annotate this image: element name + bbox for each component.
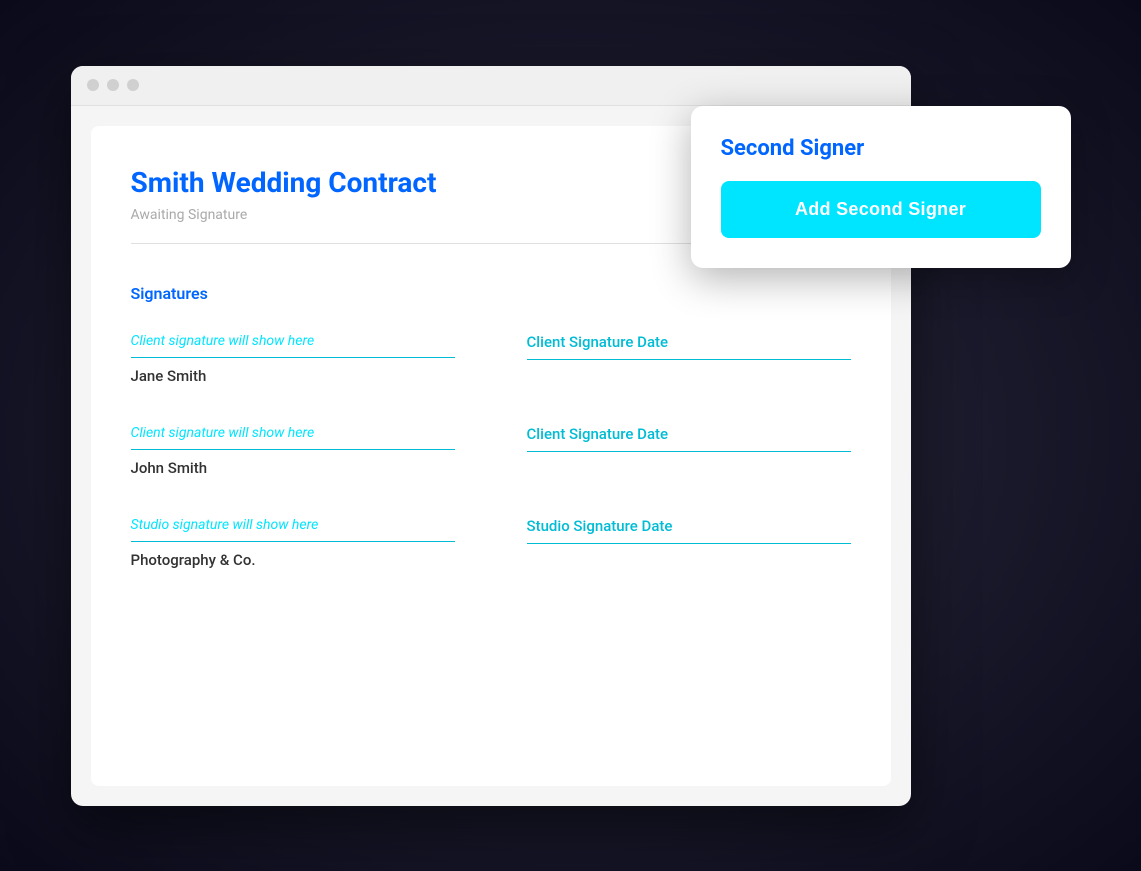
popup-title: Second Signer — [721, 136, 1041, 161]
browser-dot-3 — [127, 79, 139, 91]
client-signature-date-label-2: Client Signature Date — [527, 425, 851, 452]
client-name-2: John Smith — [131, 459, 208, 477]
studio-signature-placeholder: Studio signature will show here — [131, 517, 455, 542]
signature-date-block-1: Client Signature Date — [527, 333, 851, 385]
client-signature-date-label-1: Client Signature Date — [527, 333, 851, 360]
browser-dot-1 — [87, 79, 99, 91]
signature-block-john: Client signature will show here John Smi… — [131, 425, 455, 477]
signature-row-2: Client signature will show here John Smi… — [131, 425, 851, 477]
signature-date-block-2: Client Signature Date — [527, 425, 851, 477]
studio-name: Photography & Co. — [131, 551, 256, 569]
add-second-signer-button[interactable]: Add Second Signer — [721, 181, 1041, 238]
studio-signature-date-label: Studio Signature Date — [527, 517, 851, 544]
signature-block-studio: Studio signature will show here Photogra… — [131, 517, 455, 569]
browser-titlebar — [71, 66, 911, 106]
browser-dot-2 — [107, 79, 119, 91]
scene: Smith Wedding Contract Awaiting Signatur… — [71, 46, 1071, 826]
client-signature-placeholder-2: Client signature will show here — [131, 425, 455, 450]
signature-date-block-studio: Studio Signature Date — [527, 517, 851, 569]
second-signer-popup: Second Signer Add Second Signer — [691, 106, 1071, 268]
signatures-section-label: Signatures — [131, 284, 851, 303]
client-name-1: Jane Smith — [131, 367, 207, 385]
client-signature-placeholder-1: Client signature will show here — [131, 333, 455, 358]
signature-row-studio: Studio signature will show here Photogra… — [131, 517, 851, 569]
signature-block-jane: Client signature will show here Jane Smi… — [131, 333, 455, 385]
signature-row-1: Client signature will show here Jane Smi… — [131, 333, 851, 385]
